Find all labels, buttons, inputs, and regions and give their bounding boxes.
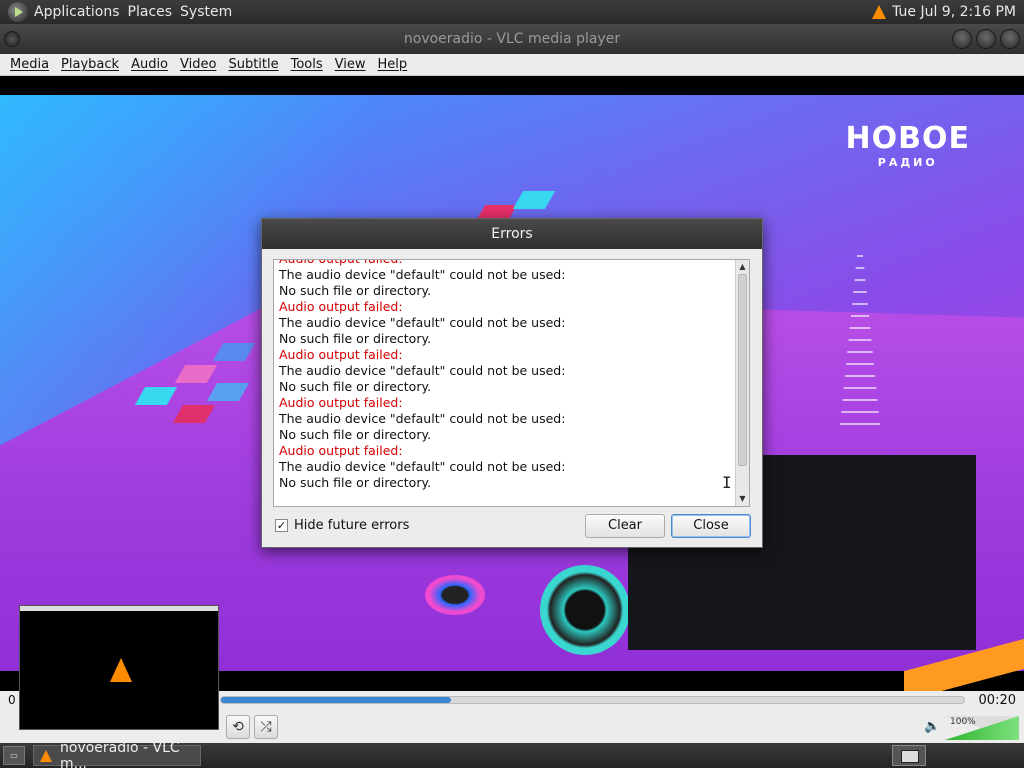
hide-future-errors-checkbox[interactable]: ✓	[275, 519, 288, 532]
log-line-error: Audio output failed:	[279, 395, 403, 410]
dialog-title[interactable]: Errors	[262, 219, 762, 249]
show-desktop-button[interactable]: ▭	[3, 746, 25, 765]
errors-dialog: Errors Audio output failed:The audio dev…	[261, 218, 763, 548]
logo-sub: РАДИО	[877, 156, 938, 169]
log-line: No such file or directory.	[279, 427, 432, 442]
taskbar-item-label: novoeradio - VLC m...	[60, 739, 180, 768]
shuffle-button[interactable]: ⤮	[254, 715, 278, 739]
error-log-content: Audio output failed:The audio device "de…	[279, 260, 729, 491]
log-line: No such file or directory.	[279, 379, 432, 394]
vlc-cone-icon	[110, 658, 132, 682]
panel-menu-applications[interactable]: Applications	[34, 4, 128, 20]
log-line: No such file or directory.	[279, 283, 432, 298]
loop-button[interactable]: ⟲	[226, 715, 250, 739]
window-menu-icon[interactable]	[4, 31, 20, 47]
mini-preview-window[interactable]	[19, 605, 219, 730]
menu-subtitle[interactable]: Subtitle	[222, 57, 284, 72]
log-line: The audio device "default" could not be …	[279, 363, 566, 378]
applications-icon[interactable]	[8, 2, 28, 22]
log-line: The audio device "default" could not be …	[279, 459, 566, 474]
menu-tools[interactable]: Tools	[285, 57, 329, 72]
window-title: novoeradio - VLC media player	[403, 31, 621, 47]
hide-future-errors-label[interactable]: Hide future errors	[294, 518, 409, 533]
time-elapsed: 0	[8, 693, 16, 707]
seek-bar[interactable]	[220, 696, 965, 704]
menu-media[interactable]: Media	[4, 57, 55, 72]
top-panel: Applications Places System Tue Jul 9, 2:…	[0, 0, 1024, 24]
log-line-error: Audio output failed:	[279, 443, 403, 458]
close-button[interactable]: Close	[671, 514, 751, 538]
log-line: The audio device "default" could not be …	[279, 267, 566, 282]
window-titlebar[interactable]: novoeradio - VLC media player	[0, 24, 1024, 54]
speaker-icon[interactable]: 🔈	[924, 719, 940, 734]
menu-view[interactable]: View	[329, 57, 372, 72]
maximize-icon[interactable]	[976, 29, 996, 49]
vlc-cone-icon	[40, 749, 52, 762]
mini-preview-menubar	[20, 606, 218, 611]
novoe-radio-logo: НОВОЕ РАДИО	[846, 121, 970, 169]
scroll-down-icon[interactable]: ▼	[736, 492, 749, 506]
log-line-error: Audio output failed:	[279, 260, 729, 267]
bottom-taskbar: ▭ novoeradio - VLC m...	[0, 740, 1024, 768]
menu-video[interactable]: Video	[174, 57, 222, 72]
log-line: The audio device "default" could not be …	[279, 411, 566, 426]
hide-errors-row[interactable]: ✓ Hide future errors	[275, 518, 409, 533]
window-buttons	[952, 29, 1020, 49]
scene-ring	[425, 575, 485, 615]
log-line: No such file or directory.	[279, 475, 432, 490]
scene-pad	[512, 191, 556, 209]
log-scrollbar[interactable]: ▲ ▼	[735, 260, 749, 506]
log-line-error: Audio output failed:	[279, 299, 403, 314]
time-total[interactable]: 00:20	[979, 693, 1016, 708]
volume-label: 100%	[950, 717, 976, 727]
error-log[interactable]: Audio output failed:The audio device "de…	[273, 259, 750, 507]
log-line: The audio device "default" could not be …	[279, 315, 566, 330]
logo-main: НОВОЕ	[845, 121, 970, 156]
panel-menus: Applications Places System	[0, 0, 240, 24]
scene-speaker	[540, 565, 630, 655]
panel-menu-places[interactable]: Places	[128, 4, 181, 20]
loop-icon: ⟲	[232, 719, 244, 735]
taskbar-item-vlc[interactable]: novoeradio - VLC m...	[33, 740, 201, 768]
vlc-tray-icon[interactable]	[872, 5, 887, 19]
log-line: No such file or directory.	[279, 331, 432, 346]
log-line-error: Audio output failed:	[279, 347, 403, 362]
panel-right: Tue Jul 9, 2:16 PM	[872, 4, 1024, 20]
panel-clock[interactable]: Tue Jul 9, 2:16 PM	[892, 4, 1016, 20]
vlc-menubar: Media Playback Audio Video Subtitle Tool…	[0, 54, 1024, 76]
seek-bar-fill	[221, 697, 452, 703]
scroll-up-icon[interactable]: ▲	[736, 260, 749, 274]
menu-help[interactable]: Help	[372, 57, 414, 72]
minimize-icon[interactable]	[952, 29, 972, 49]
workspace-switcher[interactable]	[892, 745, 926, 766]
menu-playback[interactable]: Playback	[55, 57, 125, 72]
panel-menu-system[interactable]: System	[180, 4, 240, 20]
menu-audio[interactable]: Audio	[125, 57, 174, 72]
clear-button[interactable]: Clear	[585, 514, 665, 538]
scroll-thumb[interactable]	[738, 274, 747, 466]
shuffle-icon: ⤮	[260, 719, 272, 735]
close-window-icon[interactable]	[1000, 29, 1020, 49]
text-cursor-icon: I	[722, 473, 732, 492]
